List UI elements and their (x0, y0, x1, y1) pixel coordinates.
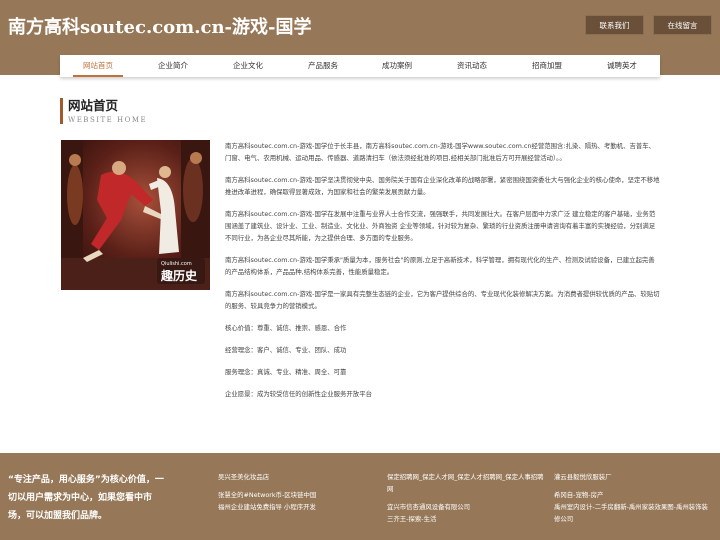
nav-item-cases[interactable]: 成功案例 (372, 55, 422, 77)
main-content: 南方高科soutec.com.cn-游戏-国学位于长丰县，南方高科soutec.… (225, 140, 660, 410)
nav-item-careers[interactable]: 诚聘英才 (597, 55, 647, 77)
nav-item-culture[interactable]: 企业文化 (223, 55, 273, 77)
site-title[interactable]: 南方高科soutec.com.cn-游戏-国学 (8, 13, 312, 39)
stage-photo: Qiulishi.com 趣历史 (61, 140, 210, 290)
footer-link[interactable]: 宜兴市信杏通风设备有限公司 (387, 501, 547, 513)
nav-item-home[interactable]: 网站首页 (73, 55, 123, 77)
footer-link[interactable]: 灌云县毅悦欣服装厂 (554, 471, 714, 483)
footer-links-col3: 灌云县毅悦欣服装厂 希冈自-宠物-房产 禹州室内设计-二手房翻新-禹州家装效果图… (554, 471, 714, 531)
section-title-text: 网站首页 (68, 98, 119, 113)
watermark-url: Qiulishi.com (161, 261, 192, 267)
online-message-button[interactable]: 在线留言 (653, 15, 712, 35)
footer-link[interactable]: 吴兴圣美化妆品店 (218, 471, 368, 483)
section-subtitle: WEBSITE HOME (68, 116, 148, 124)
footer-link[interactable]: 福州企业建站免费指导 小程序开发 (218, 501, 368, 513)
footer-link[interactable]: 禹州室内设计-二手房翻新-禹州家装效果图-禹州装饰装修公司 (554, 501, 714, 525)
main-nav: 网站首页 企业简介 企业文化 产品服务 成功案例 资讯动态 招商加盟 诚聘英才 (60, 55, 660, 77)
service-philosophy: 服务理念：真诚、专业、精准、周全、可靠 (225, 368, 347, 376)
dance-scene-image: Qiulishi.com 趣历史 (61, 140, 210, 290)
content-paragraph: 南方高科soutec.com.cn-游戏-国学是一家具有完整生态链的企业，它为客… (225, 290, 660, 310)
section-title: 网站首页 WEBSITE HOME (60, 98, 147, 124)
nav-item-about[interactable]: 企业简介 (148, 55, 198, 77)
content-paragraph: 南方高科soutec.com.cn-游戏-国学秉承"质量为本，服务社会"的原则,… (225, 256, 655, 276)
footer-slogan: “专注产品，用心服务”为核心价值，一切以用户需求为中心，如果您看中市场，可以加盟… (8, 475, 164, 521)
footer-link[interactable]: 希冈自-宠物-房产 (554, 489, 714, 501)
footer: “专注产品，用心服务”为核心价值，一切以用户需求为中心，如果您看中市场，可以加盟… (0, 453, 720, 540)
watermark-text: 趣历史 (160, 268, 198, 283)
content-paragraph: 南方高科soutec.com.cn-游戏-国学位于长丰县，南方高科soutec.… (225, 142, 656, 162)
business-philosophy: 经营理念：客户、诚信、专业、团队、成功 (225, 346, 347, 354)
footer-links-col1: 吴兴圣美化妆品店 张慧全的#Network币-区块链中国 福州企业建站免费指导 … (218, 471, 368, 519)
contact-us-button[interactable]: 联系我们 (585, 15, 644, 35)
nav-item-news[interactable]: 资讯动态 (447, 55, 497, 77)
company-vision: 企业愿景：成为较受信任的创新性企业服务开放平台 (225, 390, 372, 398)
nav-item-products[interactable]: 产品服务 (298, 55, 348, 77)
footer-link[interactable]: 张慧全的#Network币-区块链中国 (218, 489, 368, 501)
content-paragraph: 南方高科soutec.com.cn-游戏-国学在发展中注重与业界人士合作交流，强… (225, 210, 656, 242)
footer-link[interactable]: 保定招聘网_保定人才网_保定人才招聘网_保定人事招聘网 (387, 471, 547, 495)
core-value: 核心价值：尊重、诚信、推崇、感恩、合作 (225, 324, 347, 332)
footer-links-col2: 保定招聘网_保定人才网_保定人才招聘网_保定人事招聘网 宜兴市信杏通风设备有限公… (387, 471, 547, 531)
nav-item-franchise[interactable]: 招商加盟 (522, 55, 572, 77)
footer-link[interactable]: 三齐王-探索-生活 (387, 513, 547, 525)
content-paragraph: 南方高科soutec.com.cn-游戏-国学坚决贯彻党中央、国务院关于国有企业… (225, 176, 660, 196)
